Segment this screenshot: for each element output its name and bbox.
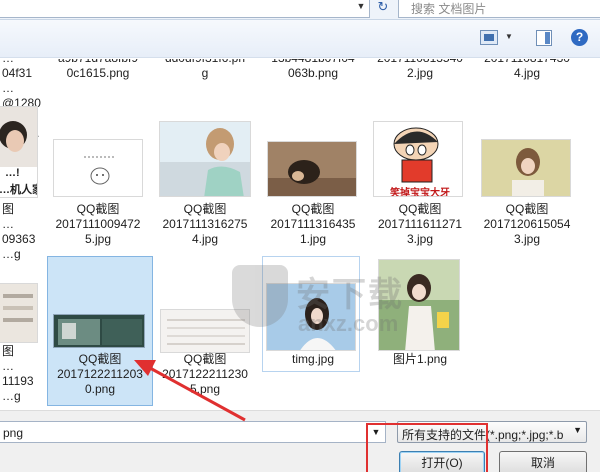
thumb-text: …!: [5, 167, 20, 179]
file-name[interactable]: QQ截图 2017120615054 3.jpg: [471, 202, 583, 247]
thumbnail-receipt[interactable]: [160, 309, 250, 353]
file-list[interactable]: …04f31 …@1280 …00sh… a9b71d7a8fbf9 0c161…: [0, 59, 600, 410]
thumbnail-dog[interactable]: [267, 141, 357, 197]
thumbnail-picture1[interactable]: [378, 259, 460, 351]
filename-input[interactable]: png ▼: [0, 421, 386, 443]
sketch-thumb-image: [84, 156, 116, 185]
toolbar: ▼ ?: [0, 20, 600, 58]
preview-pane-icon[interactable]: [536, 30, 552, 46]
file-name[interactable]: 图 …11193 …g: [2, 344, 42, 404]
view-dropdown-icon[interactable]: ▼: [505, 32, 513, 41]
timg-thumb-image: [267, 284, 355, 350]
photo-thumb-image: [160, 122, 250, 196]
dog-thumb-image: [268, 142, 356, 196]
address-bar-area: ▼ ↻ 搜索 文档图片: [0, 0, 600, 20]
file-name[interactable]: QQ截图 2017111316435 1.jpg: [257, 202, 369, 247]
thumb-caption: 笑掉宝宝大牙: [390, 188, 450, 197]
address-bar[interactable]: ▼: [0, 0, 370, 18]
address-dropdown-icon[interactable]: ▼: [353, 0, 369, 15]
thumbnail-sketch[interactable]: [53, 139, 143, 197]
girl-thumb-image: [482, 140, 570, 196]
file-name[interactable]: a9b71d7a8fbf9 0c1615.png: [42, 59, 154, 81]
file-name[interactable]: 图片1.png: [364, 352, 476, 367]
file-name[interactable]: timg.jpg: [257, 352, 369, 367]
thumbnail-girl[interactable]: [481, 139, 571, 197]
file-name[interactable]: dd0df9f31f6.pn g: [149, 59, 261, 81]
refresh-icon[interactable]: ↻: [374, 0, 392, 17]
thumbnail-document[interactable]: [0, 283, 38, 343]
filename-value: png: [3, 426, 24, 440]
file-name[interactable]: 图 …09363 …g: [2, 202, 42, 262]
chevron-down-icon: ▼: [573, 425, 582, 435]
receipt-thumb-image: [161, 310, 249, 352]
annotation-highlight-box: [366, 423, 488, 472]
id-card-thumb-image: [54, 315, 144, 347]
file-name[interactable]: QQ截图 2017111316275 4.jpg: [149, 202, 261, 247]
file-name[interactable]: QQ截图 2017111611271 3.jpg: [364, 202, 476, 247]
picture1-thumb-image: [379, 260, 459, 350]
search-input[interactable]: 搜索 文档图片: [398, 0, 600, 18]
file-name[interactable]: QQ截图 2017122211230 5.png: [149, 352, 261, 397]
file-name[interactable]: 2017110817430 4.jpg: [471, 59, 583, 81]
thumbnail-cartoon[interactable]: 笑掉宝宝大牙: [373, 121, 463, 197]
file-name-selected[interactable]: QQ截图 2017122211203 0.png: [44, 352, 156, 397]
thumbnail-timg[interactable]: [266, 283, 356, 351]
cancel-button[interactable]: 取消: [499, 451, 587, 472]
file-name[interactable]: 2017110813540 2.jpg: [364, 59, 476, 81]
search-placeholder: 搜索 文档图片: [411, 2, 487, 16]
dialog-footer: png ▼ 所有支持的文件(*.png;*.jpg;*.b ▼ 打开(O) 取消: [0, 410, 600, 472]
thumbnail-id-card[interactable]: [53, 314, 145, 348]
thumbnail-photo[interactable]: [159, 121, 251, 197]
thumbnail-portrait[interactable]: …! …机人家!: [0, 106, 38, 198]
file-name[interactable]: QQ截图 2017111009472 5.jpg: [42, 202, 154, 247]
help-icon[interactable]: ?: [571, 29, 588, 46]
view-options-icon[interactable]: [480, 30, 498, 45]
document-thumb-image: [0, 284, 37, 342]
file-name[interactable]: 13b4481b07f04 063b.png: [257, 59, 369, 81]
thumb-text: …机人家!: [0, 184, 37, 196]
